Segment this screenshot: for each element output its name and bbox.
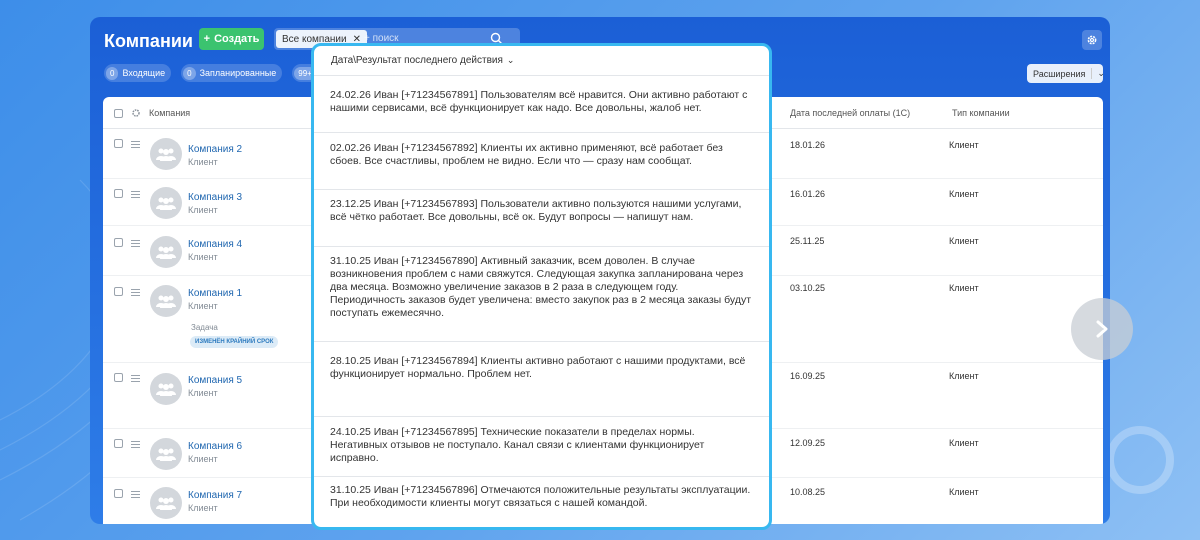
chevron-down-icon: ⌄: [1091, 68, 1105, 79]
row-checkbox[interactable]: [114, 189, 123, 198]
row-checkbox[interactable]: [114, 238, 123, 247]
counter-planned-count: 0: [183, 66, 196, 80]
avatar: [150, 187, 182, 219]
company-type-label: Клиент: [188, 388, 218, 398]
last-action-text: 24.10.25 Иван [+71234567895] Технические…: [330, 426, 705, 464]
column-last-payment[interactable]: Дата последней оплаты (1С): [790, 108, 910, 118]
company-name-link[interactable]: Компания 3: [188, 192, 242, 203]
drag-handle-icon[interactable]: [131, 441, 140, 450]
counter-planned[interactable]: 0 Запланированные: [181, 64, 283, 82]
last-action-entry: 31.10.25 Иван [+71234567890] Активный за…: [314, 247, 769, 342]
company-type-label: Клиент: [188, 252, 218, 262]
last-payment-date: 18.01.26: [790, 140, 826, 150]
company-type-value: Клиент: [949, 140, 979, 150]
company-name-link[interactable]: Компания 7: [188, 490, 242, 501]
last-action-entry: 24.02.26 Иван [+71234567891] Пользовател…: [314, 76, 769, 133]
last-payment-date: 16.01.26: [790, 189, 826, 199]
group-icon: [156, 246, 176, 259]
gear-icon: [1087, 35, 1097, 45]
last-action-entry: 23.12.25 Иван [+71234567893] Пользовател…: [314, 190, 769, 247]
group-icon: [156, 197, 176, 210]
drag-handle-icon[interactable]: [131, 191, 140, 200]
create-button[interactable]: + Создать: [199, 28, 264, 50]
last-payment-date: 16.09.25: [790, 371, 826, 381]
avatar: [150, 438, 182, 470]
column-company-type[interactable]: Тип компании: [952, 108, 1010, 118]
company-type-value: Клиент: [949, 371, 979, 381]
company-type-label: Клиент: [188, 503, 218, 513]
last-action-entry: 02.02.26 Иван [+71234567892] Клиенты их …: [314, 133, 769, 190]
avatar: [150, 373, 182, 405]
company-type-label: Клиент: [188, 157, 218, 167]
avatar: [150, 285, 182, 317]
last-payment-date: 10.08.25: [790, 487, 826, 497]
row-checkbox[interactable]: [114, 287, 123, 296]
plus-icon: +: [203, 33, 211, 45]
counter-planned-label: Запланированные: [199, 68, 277, 78]
counter-bar: 0 Входящие 0 Запланированные 99+ Ещ: [104, 64, 340, 82]
task-label: Задача: [191, 323, 218, 332]
company-name-link[interactable]: Компания 5: [188, 375, 242, 386]
counter-incoming-label: Входящие: [122, 68, 166, 78]
next-page-button[interactable]: [1071, 298, 1133, 360]
chevron-right-icon: [1096, 320, 1108, 338]
last-action-entry: 31.10.25 Иван [+71234567896] Отмечаются …: [314, 477, 769, 527]
drag-handle-icon[interactable]: [131, 141, 140, 150]
row-checkbox[interactable]: [114, 139, 123, 148]
drag-handle-icon[interactable]: [131, 240, 140, 249]
counter-incoming[interactable]: 0 Входящие: [104, 64, 172, 82]
page-title: Компании: [104, 31, 193, 51]
row-checkbox[interactable]: [114, 373, 123, 382]
column-settings-icon[interactable]: [131, 108, 141, 118]
counter-incoming-count: 0: [106, 66, 119, 80]
last-action-text: 28.10.25 Иван [+71234567894] Клиенты акт…: [330, 355, 746, 380]
company-type-value: Клиент: [949, 487, 979, 497]
company-name-link[interactable]: Компания 6: [188, 441, 242, 452]
group-icon: [156, 148, 176, 161]
popup-column-header[interactable]: Дата\Результат последнего действия ⌄: [314, 46, 769, 76]
last-action-text: 02.02.26 Иван [+71234567892] Клиенты их …: [330, 142, 723, 167]
select-all-checkbox[interactable]: [114, 109, 123, 118]
last-action-text: 31.10.25 Иван [+71234567896] Отмечаются …: [330, 484, 751, 509]
company-type-value: Клиент: [949, 438, 979, 448]
group-icon: [156, 497, 176, 510]
chevron-down-icon: ⌄: [506, 55, 515, 65]
column-company[interactable]: Компания: [149, 108, 190, 118]
extensions-label: Расширения: [1033, 68, 1086, 79]
drag-handle-icon[interactable]: [131, 375, 140, 384]
avatar: [150, 138, 182, 170]
company-type-value: Клиент: [949, 283, 979, 293]
popup-header-label: Дата\Результат последнего действия: [331, 55, 503, 66]
company-type-label: Клиент: [188, 301, 218, 311]
last-action-text: 24.02.26 Иван [+71234567891] Пользовател…: [330, 89, 748, 114]
company-type-value: Клиент: [949, 236, 979, 246]
last-action-entry: 28.10.25 Иван [+71234567894] Клиенты акт…: [314, 342, 769, 417]
row-checkbox[interactable]: [114, 439, 123, 448]
create-button-label: Создать: [214, 33, 260, 45]
last-action-text: 31.10.25 Иван [+71234567890] Активный за…: [330, 255, 752, 319]
extensions-button[interactable]: Расширения ⌄: [1027, 64, 1105, 83]
avatar: [150, 236, 182, 268]
last-payment-date: 25.11.25: [790, 236, 825, 246]
settings-button[interactable]: [1082, 30, 1102, 50]
drag-handle-icon[interactable]: [131, 491, 140, 500]
last-action-popup: Дата\Результат последнего действия ⌄ 24.…: [311, 43, 772, 530]
group-icon: [156, 383, 176, 396]
group-icon: [156, 295, 176, 308]
last-action-text: 23.12.25 Иван [+71234567893] Пользовател…: [330, 198, 742, 223]
row-checkbox[interactable]: [114, 489, 123, 498]
last-payment-date: 12.09.25: [790, 438, 826, 448]
company-name-link[interactable]: Компания 2: [188, 144, 242, 155]
company-type-value: Клиент: [949, 189, 979, 199]
drag-handle-icon[interactable]: [131, 289, 140, 298]
last-action-entry: 24.10.25 Иван [+71234567895] Технические…: [314, 417, 769, 477]
avatar: [150, 487, 182, 519]
company-type-label: Клиент: [188, 454, 218, 464]
task-status-badge[interactable]: ИЗМЕНЁН КРАЙНИЙ СРОК: [190, 336, 279, 348]
company-name-link[interactable]: Компания 1: [188, 288, 242, 299]
company-name-link[interactable]: Компания 4: [188, 239, 242, 250]
group-icon: [156, 448, 176, 461]
last-payment-date: 03.10.25: [790, 283, 826, 293]
company-type-label: Клиент: [188, 205, 218, 215]
